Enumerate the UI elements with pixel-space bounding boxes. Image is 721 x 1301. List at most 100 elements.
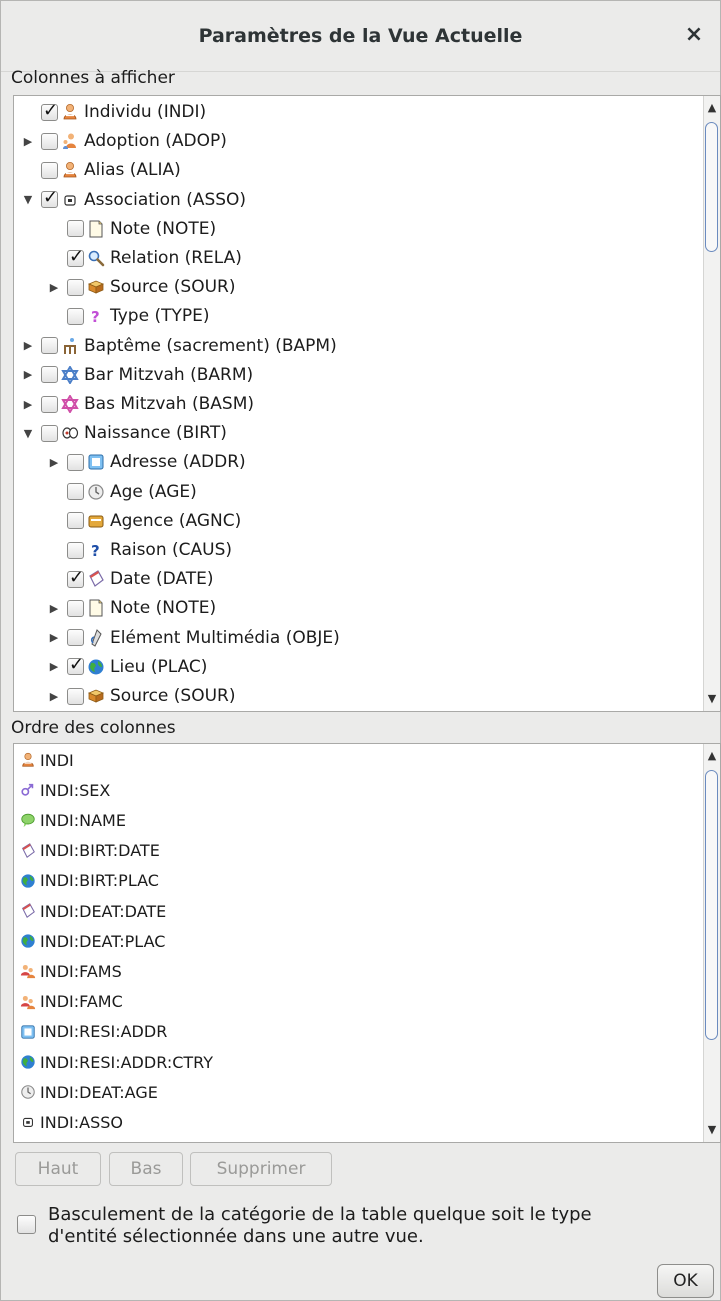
baptism-icon bbox=[61, 337, 79, 355]
tree-row[interactable]: Age (AGE) bbox=[47, 478, 197, 506]
expand-arrow-icon[interactable]: ▶ bbox=[21, 135, 35, 148]
globe-icon bbox=[87, 658, 105, 676]
delete-button[interactable]: Supprimer bbox=[190, 1152, 332, 1186]
tree-row[interactable]: Individu (INDI) bbox=[21, 98, 206, 126]
list-item[interactable]: INDI:DEAT:DATE bbox=[20, 897, 166, 925]
column-checkbox[interactable] bbox=[67, 307, 84, 325]
tree-row-label: Source (SOUR) bbox=[110, 277, 236, 298]
list-item[interactable]: INDI:DEAT:AGE bbox=[20, 1078, 158, 1106]
list-item[interactable]: INDI:BIRT:PLAC bbox=[20, 867, 159, 895]
column-checkbox[interactable] bbox=[41, 161, 58, 179]
list-item[interactable]: INDI:RESI:ADDR bbox=[20, 1018, 167, 1046]
tree-row[interactable]: Date (DATE) bbox=[47, 565, 214, 593]
list-item[interactable]: INDI:BIRT:DATE bbox=[20, 837, 160, 865]
tree-row[interactable]: Relation (RELA) bbox=[47, 244, 242, 272]
down-button[interactable]: Bas bbox=[109, 1152, 183, 1186]
tree-row[interactable]: ▶ Lieu (PLAC) bbox=[47, 653, 208, 681]
tree-row[interactable]: ▶ Bar Mitzvah (BARM) bbox=[21, 361, 253, 389]
expand-arrow-icon[interactable]: ▶ bbox=[47, 456, 61, 469]
column-checkbox[interactable] bbox=[67, 220, 84, 238]
scroll-up-arrow-icon[interactable]: ▲ bbox=[704, 748, 720, 764]
tree-row[interactable]: ▶ Baptême (sacrement) (BAPM) bbox=[21, 332, 337, 360]
toggle-category-checkbox[interactable] bbox=[17, 1215, 36, 1234]
scroll-thumb[interactable] bbox=[705, 122, 718, 252]
list-item-label: INDI:NAME bbox=[40, 810, 126, 830]
column-checkbox[interactable] bbox=[67, 687, 84, 705]
column-checkbox[interactable] bbox=[41, 337, 58, 355]
column-checkbox[interactable] bbox=[41, 424, 58, 442]
scroll-down-arrow-icon[interactable]: ▼ bbox=[704, 691, 720, 707]
scroll-up-arrow-icon[interactable]: ▲ bbox=[704, 100, 720, 116]
expand-arrow-icon[interactable]: ▶ bbox=[47, 281, 61, 294]
tree-row[interactable]: ▶ Source (SOUR) bbox=[47, 682, 236, 710]
column-checkbox[interactable] bbox=[41, 187, 58, 209]
expand-arrow-icon[interactable]: ▶ bbox=[47, 690, 61, 703]
expand-arrow-icon[interactable]: ▶ bbox=[47, 660, 61, 673]
tree-row-label: Bar Mitzvah (BARM) bbox=[84, 364, 254, 385]
association-icon bbox=[61, 191, 79, 209]
column-checkbox[interactable] bbox=[67, 246, 84, 267]
column-checkbox[interactable] bbox=[67, 453, 84, 471]
scroll-thumb[interactable] bbox=[705, 770, 718, 1040]
list-item[interactable]: INDI:NAME bbox=[20, 806, 126, 834]
list-item[interactable]: INDI:DEAT:PLAC bbox=[20, 927, 165, 955]
expand-arrow-icon[interactable]: ▶ bbox=[47, 631, 61, 644]
column-checkbox[interactable] bbox=[67, 567, 84, 588]
tree-row[interactable]: Note (NOTE) bbox=[47, 215, 216, 243]
column-checkbox[interactable] bbox=[67, 512, 84, 530]
settings-dialog: Paramètres de la Vue Actuelle × Colonnes… bbox=[0, 0, 721, 1301]
column-checkbox[interactable] bbox=[67, 483, 84, 501]
sex-icon bbox=[20, 782, 36, 798]
tree-row[interactable]: ? Type (TYPE) bbox=[47, 302, 209, 330]
type-icon: ? bbox=[87, 307, 105, 325]
expand-arrow-icon[interactable]: ▶ bbox=[21, 368, 35, 381]
ok-button[interactable]: OK bbox=[657, 1264, 714, 1298]
expand-arrow-icon[interactable]: ▶ bbox=[47, 602, 61, 615]
column-checkbox[interactable] bbox=[41, 100, 58, 121]
list-item[interactable]: INDI:ASSO bbox=[20, 1108, 123, 1136]
tree-row[interactable]: Agence (AGNC) bbox=[47, 507, 241, 535]
order-list-scrollbar[interactable]: ▲ ▼ bbox=[703, 744, 720, 1142]
collapse-arrow-icon[interactable]: ▼ bbox=[21, 427, 35, 440]
tree-row[interactable]: ▶ Adoption (ADOP) bbox=[21, 127, 227, 155]
columns-tree-scrollbar[interactable]: ▲ ▼ bbox=[703, 96, 720, 711]
tree-row[interactable]: ▶ Bas Mitzvah (BASM) bbox=[21, 390, 254, 418]
family-icon bbox=[20, 994, 36, 1010]
column-checkbox[interactable] bbox=[67, 541, 84, 559]
tree-row[interactable]: ▼ Association (ASSO) bbox=[21, 186, 246, 214]
tree-row[interactable]: ▶ Elément Multimédia (OBJE) bbox=[47, 624, 340, 652]
list-item[interactable]: INDI:RESI:ADDR:CTRY bbox=[20, 1048, 213, 1076]
list-item[interactable]: INDI:SEX bbox=[20, 776, 110, 804]
column-checkbox[interactable] bbox=[41, 132, 58, 150]
column-checkbox[interactable] bbox=[41, 395, 58, 413]
tree-row[interactable]: Alias (ALIA) bbox=[21, 156, 181, 184]
tree-row[interactable]: ▶ Note (NOTE) bbox=[47, 594, 216, 622]
column-order-list[interactable]: INDI INDI:SEX INDI:NAME INDI:BIRT:DATE INDI:… bbox=[13, 743, 721, 1143]
tree-row[interactable]: ▶ Source (SOUR) bbox=[47, 273, 236, 301]
tree-row[interactable]: ▼ Naissance (BIRT) bbox=[21, 419, 227, 447]
scroll-down-arrow-icon[interactable]: ▼ bbox=[704, 1122, 720, 1138]
column-checkbox[interactable] bbox=[67, 278, 84, 296]
age-icon bbox=[20, 1084, 36, 1100]
collapse-arrow-icon[interactable]: ▼ bbox=[21, 193, 35, 206]
columns-tree[interactable]: Individu (INDI) ▶ Adoption (ADOP) Alias (AL… bbox=[13, 95, 721, 712]
list-item[interactable]: INDI bbox=[20, 746, 74, 774]
address-icon bbox=[87, 453, 105, 471]
expand-arrow-icon[interactable]: ▶ bbox=[21, 339, 35, 352]
tree-row[interactable]: ▶ Adresse (ADDR) bbox=[47, 448, 246, 476]
list-item[interactable]: INDI:FAMS bbox=[20, 957, 122, 985]
up-button[interactable]: Haut bbox=[15, 1152, 101, 1186]
column-checkbox[interactable] bbox=[67, 654, 84, 676]
svg-text:?: ? bbox=[91, 308, 100, 325]
list-item[interactable]: INDI:FAMC bbox=[20, 988, 123, 1016]
tree-row[interactable]: ? Raison (CAUS) bbox=[47, 536, 232, 564]
person-icon bbox=[61, 103, 79, 121]
columns-section-label: Colonnes à afficher bbox=[11, 68, 175, 88]
close-icon[interactable]: × bbox=[682, 23, 706, 47]
column-checkbox[interactable] bbox=[41, 366, 58, 384]
expand-arrow-icon[interactable]: ▶ bbox=[21, 398, 35, 411]
date-icon bbox=[87, 570, 105, 588]
column-checkbox[interactable] bbox=[67, 599, 84, 617]
column-checkbox[interactable] bbox=[67, 629, 84, 647]
date-icon bbox=[20, 842, 36, 859]
